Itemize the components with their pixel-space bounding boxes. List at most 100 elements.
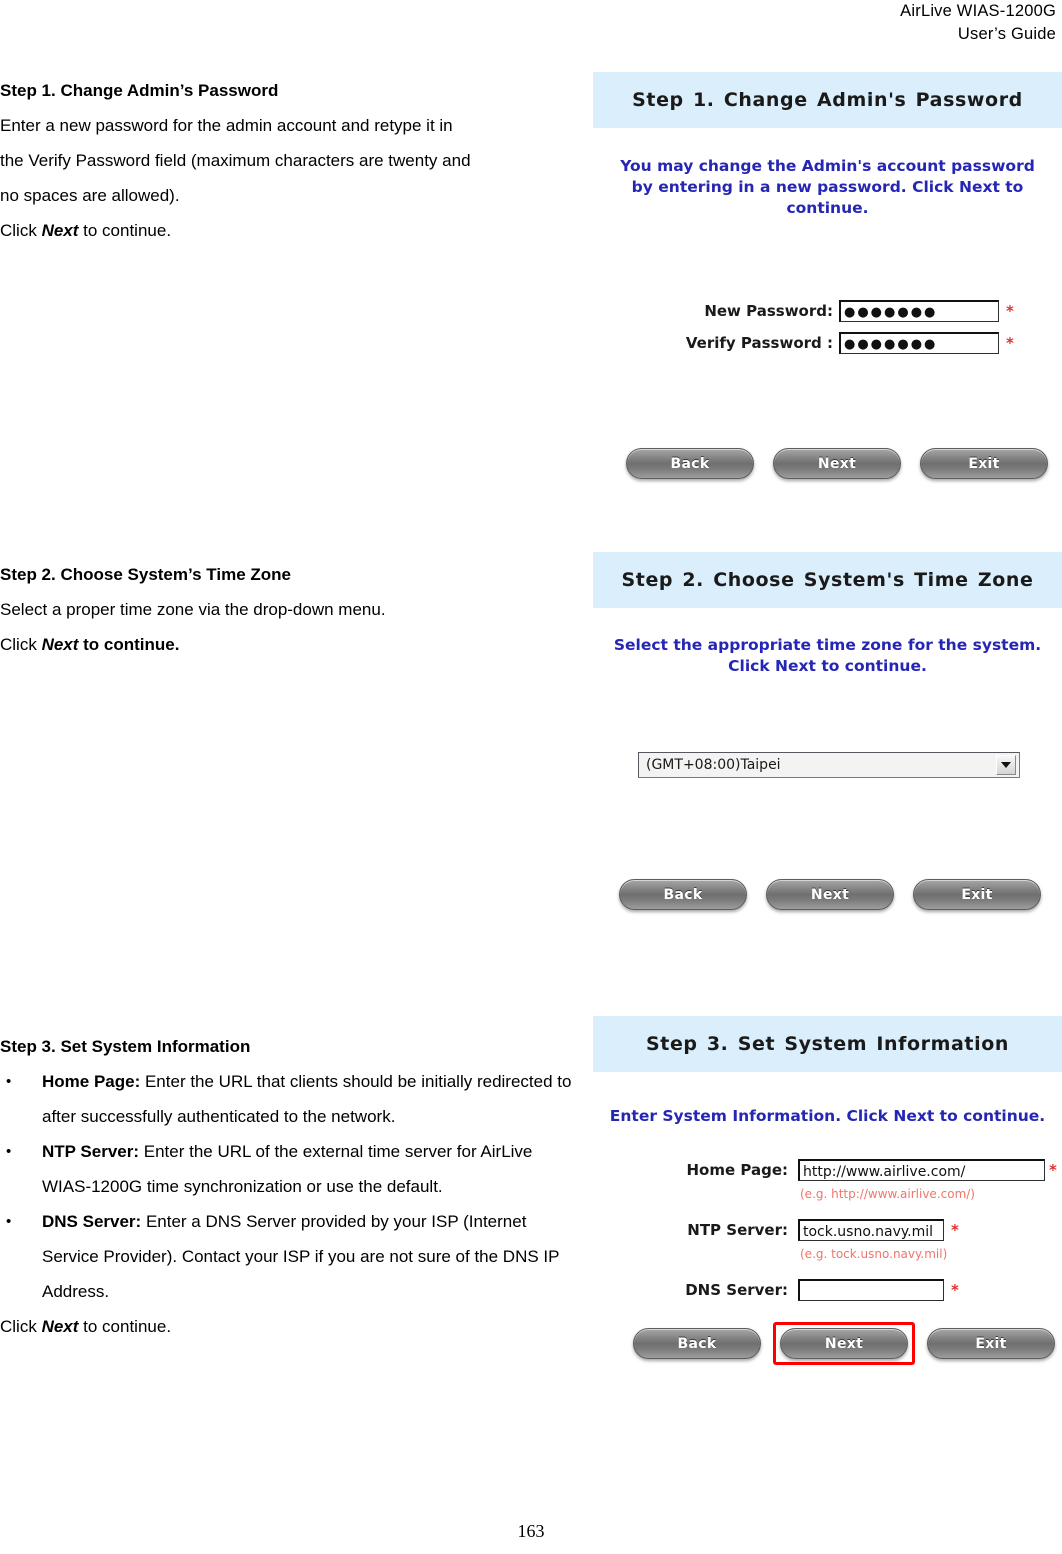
step3-dns-server-row: DNS Server: *: [593, 1279, 1062, 1301]
step3-click-next-line: Click Next to continue.: [0, 1309, 580, 1344]
step2-button-row: Back Next Exit: [593, 879, 1062, 910]
step2-timezone-row: (GMT+08:00)Taipei: [593, 752, 1062, 778]
step1-new-password-row: New Password: ●●●●●●● *: [593, 300, 1062, 322]
verify-password-input[interactable]: ●●●●●●●: [839, 332, 999, 354]
step3-click-suffix: to continue.: [78, 1317, 172, 1336]
bullet-home-page-lead: Home Page:: [42, 1072, 141, 1091]
step3-next-button[interactable]: Next: [780, 1328, 908, 1359]
step1-next-button-wrap: Next: [773, 448, 901, 479]
list-item: DNS Server: Enter a DNS Server provided …: [0, 1204, 580, 1309]
step2-next-button-wrap: Next: [766, 879, 894, 910]
step1-click-emphasis: Next: [41, 221, 79, 240]
step3-exit-button-wrap: Exit: [927, 1328, 1055, 1359]
step1-back-button[interactable]: Back: [626, 448, 754, 479]
verify-password-required-marker: *: [1006, 334, 1014, 352]
home-page-hint: (e.g. http://www.airlive.com/): [800, 1187, 975, 1201]
step2-panel-titlebar: Step 2. Choose System's Time Zone: [593, 552, 1062, 608]
step1-click-next-line: Click Next to continue.: [0, 213, 580, 248]
step2-text-column: Step 2. Choose System’s Time Zone Select…: [0, 560, 580, 662]
step1-body-line-2: the Verify Password field (maximum chara…: [0, 151, 471, 170]
ntp-server-hint: (e.g. tock.usno.navy.mil): [800, 1247, 948, 1261]
step3-exit-button-label: Exit: [975, 1335, 1007, 1352]
step3-panel-instruction: Enter System Information. Click Next to …: [609, 1107, 1046, 1125]
list-item: Home Page: Enter the URL that clients sh…: [0, 1064, 580, 1134]
step3-back-button[interactable]: Back: [633, 1328, 761, 1359]
step1-exit-button-wrap: Exit: [920, 448, 1048, 479]
running-header: AirLive WIAS-1200G User’s Guide: [696, 0, 1056, 46]
step1-heading: Step 1. Change Admin’s Password: [0, 81, 279, 100]
dns-server-label: DNS Server:: [685, 1281, 788, 1299]
screenshot-step-1: Step 1. Change Admin's Password You may …: [593, 72, 1062, 542]
step1-back-button-wrap: Back: [626, 448, 754, 479]
step3-button-row: Back Next Exit: [593, 1322, 1062, 1365]
dns-server-required-marker: *: [951, 1281, 959, 1299]
step1-click-suffix: to continue.: [78, 221, 172, 240]
step1-back-button-label: Back: [670, 455, 710, 472]
step3-click-prefix: Click: [0, 1317, 42, 1336]
step1-next-button-label: Next: [817, 455, 857, 472]
step2-next-button-label: Next: [810, 886, 850, 903]
bullet-dns-server-lead: DNS Server:: [42, 1212, 142, 1231]
step2-exit-button-wrap: Exit: [913, 879, 1041, 910]
step1-panel-titlebar: Step 1. Change Admin's Password: [593, 72, 1062, 128]
step2-heading: Step 2. Choose System’s Time Zone: [0, 565, 291, 584]
step2-back-button-label: Back: [663, 886, 703, 903]
step1-verify-password-row: Verify Password : ●●●●●●● *: [593, 332, 1062, 354]
timezone-select[interactable]: (GMT+08:00)Taipei: [638, 752, 1020, 778]
section-step-3: Step 3. Set System Information Home Page…: [0, 1016, 1062, 1460]
step3-next-button-wrap: Next: [773, 1322, 915, 1365]
step2-exit-button-label: Exit: [961, 886, 993, 903]
step1-body-line-3: no spaces are allowed).: [0, 186, 180, 205]
step1-exit-button[interactable]: Exit: [920, 448, 1048, 479]
step2-click-emphasis: Next: [41, 635, 79, 654]
step3-click-emphasis: Next: [41, 1317, 79, 1336]
step2-click-suffix: to continue.: [78, 635, 180, 654]
screenshot-step-2: Step 2. Choose System's Time Zone Select…: [593, 552, 1062, 1022]
dns-server-input[interactable]: [798, 1279, 944, 1301]
step2-exit-button[interactable]: Exit: [913, 879, 1041, 910]
step1-panel-instruction: You may change the Admin's account passw…: [620, 157, 1035, 217]
step1-button-row: Back Next Exit: [593, 448, 1062, 479]
section-step-1: Step 1. Change Admin’s Password Enter a …: [0, 72, 1062, 562]
step1-next-button[interactable]: Next: [773, 448, 901, 479]
ntp-server-label: NTP Server:: [687, 1221, 788, 1239]
screenshot-step-3: Step 3. Set System Information Enter Sys…: [593, 1016, 1062, 1436]
section-step-2: Step 2. Choose System’s Time Zone Select…: [0, 552, 1062, 1040]
header-guide-line: User’s Guide: [957, 25, 1056, 43]
ntp-server-input[interactable]: tock.usno.navy.mil: [798, 1219, 944, 1241]
list-item: NTP Server: Enter the URL of the externa…: [0, 1134, 580, 1204]
step2-back-button-wrap: Back: [619, 879, 747, 910]
home-page-required-marker: *: [1049, 1161, 1057, 1179]
step3-home-page-row: Home Page: http://www.airlive.com/ *: [593, 1159, 1062, 1181]
step3-next-button-label: Next: [824, 1335, 864, 1352]
new-password-label: New Password:: [704, 302, 833, 320]
step1-panel-title: Step 1. Change Admin's Password: [632, 89, 1023, 111]
step2-click-next-line: Click Next to continue.: [0, 627, 580, 662]
home-page-input[interactable]: http://www.airlive.com/: [798, 1159, 1045, 1181]
page-content: Step 1. Change Admin’s Password Enter a …: [0, 72, 1062, 1460]
home-page-label: Home Page:: [686, 1161, 788, 1179]
timezone-selected-value: (GMT+08:00)Taipei: [646, 757, 781, 773]
step3-panel-titlebar: Step 3. Set System Information: [593, 1016, 1062, 1072]
step3-text-column: Step 3. Set System Information Home Page…: [0, 1032, 580, 1344]
step3-back-button-label: Back: [677, 1335, 717, 1352]
step1-text-column: Step 1. Change Admin’s Password Enter a …: [0, 76, 580, 248]
chevron-down-icon[interactable]: [996, 755, 1016, 775]
step1-exit-button-label: Exit: [968, 455, 1000, 472]
step2-panel-instruction: Select the appropriate time zone for the…: [613, 636, 1042, 675]
header-product-line: AirLive WIAS-1200G: [900, 2, 1056, 20]
ntp-server-required-marker: *: [951, 1221, 959, 1239]
verify-password-label: Verify Password :: [685, 334, 833, 352]
step3-exit-button[interactable]: Exit: [927, 1328, 1055, 1359]
step2-body-line-1: Select a proper time zone via the drop-d…: [0, 600, 386, 619]
step1-click-prefix: Click: [0, 221, 42, 240]
bullet-ntp-server-lead: NTP Server:: [42, 1142, 140, 1161]
step3-bullet-list: Home Page: Enter the URL that clients sh…: [0, 1064, 580, 1309]
new-password-required-marker: *: [1006, 302, 1014, 320]
step2-panel-title: Step 2. Choose System's Time Zone: [621, 569, 1034, 591]
step2-next-button[interactable]: Next: [766, 879, 894, 910]
page-number: 163: [517, 1521, 545, 1541]
new-password-input[interactable]: ●●●●●●●: [839, 300, 999, 322]
step2-back-button[interactable]: Back: [619, 879, 747, 910]
step2-click-prefix: Click: [0, 635, 42, 654]
